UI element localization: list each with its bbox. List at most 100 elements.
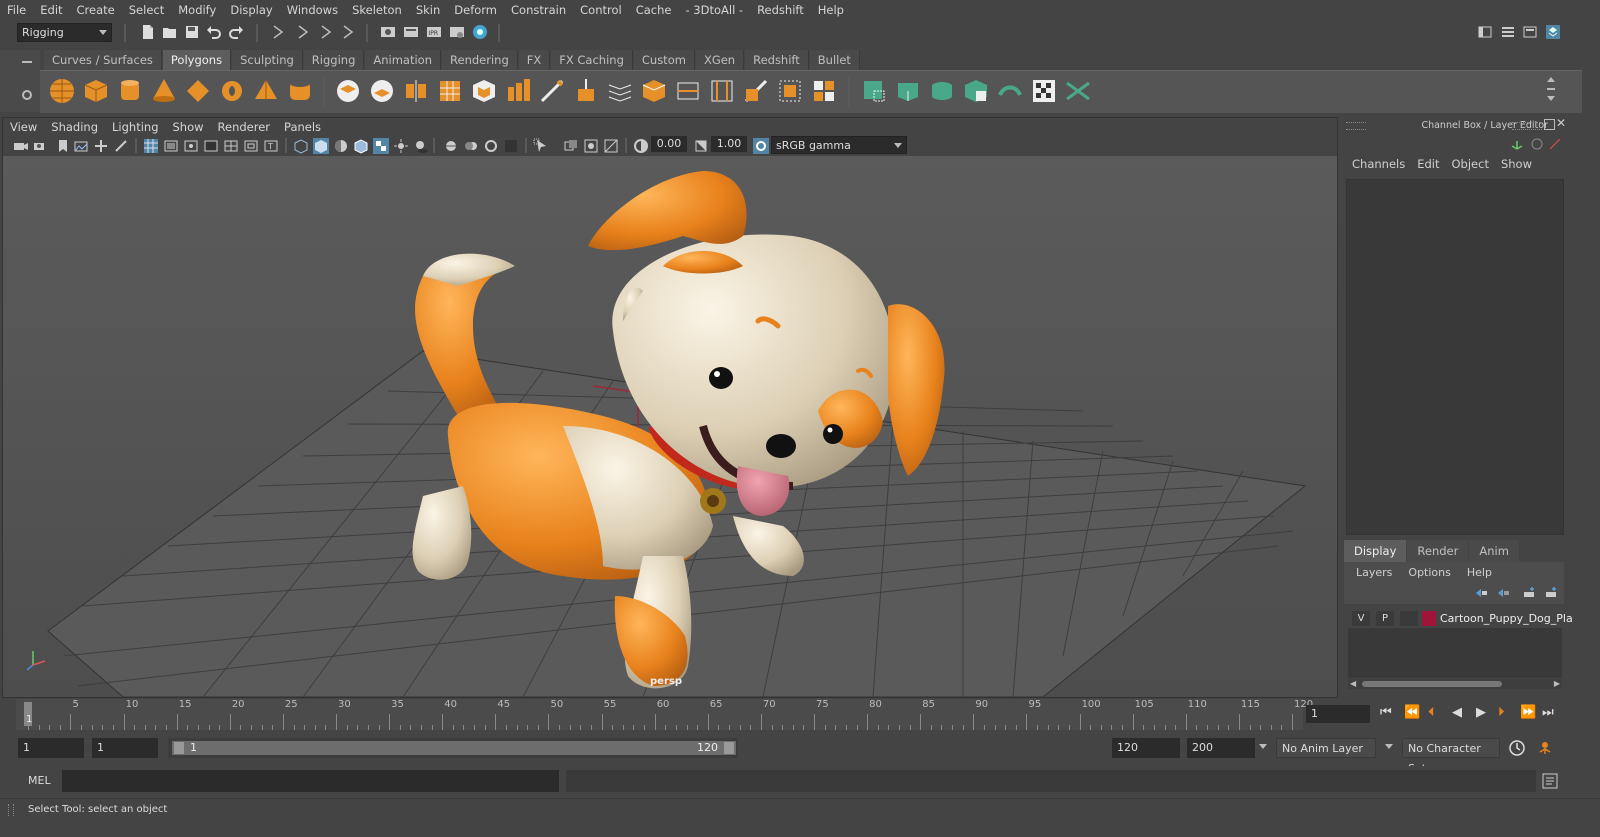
viewport-menu-renderer[interactable]: Renderer [211, 120, 278, 134]
tab-curves-surfaces[interactable]: Curves / Surfaces [44, 50, 162, 70]
new-scene-icon[interactable] [140, 24, 156, 40]
tab-sculpting[interactable]: Sculpting [232, 50, 303, 70]
menu-set-dropdown[interactable]: Rigging [17, 23, 112, 42]
poly-pipe-icon[interactable] [286, 77, 314, 105]
use-all-lights-icon[interactable] [393, 138, 409, 154]
options-menu[interactable]: Options [1400, 566, 1458, 579]
tab-redshift[interactable]: Redshift [745, 50, 809, 70]
time-slider[interactable]: 1 5 10 15 20 25 30 35 40 45 50 55 60 65 70 75 80 85 90 95 1… [16, 699, 1313, 730]
xray-active-components-icon[interactable] [603, 138, 619, 154]
viewport-menu-show[interactable]: Show [166, 120, 211, 134]
menu-redshift[interactable]: Redshift [750, 3, 811, 17]
menu-constrain[interactable]: Constrain [504, 3, 573, 17]
animation-end-field[interactable]: 200 [1187, 738, 1255, 758]
grid-icon[interactable] [143, 138, 159, 154]
play-forwards-icon[interactable]: ▶ [1476, 705, 1486, 720]
menu-modify[interactable]: Modify [171, 3, 223, 17]
go-to-end-icon[interactable]: ⏭ [1542, 705, 1554, 720]
poly-sphere-icon[interactable] [48, 77, 76, 105]
uv-checker-icon[interactable] [1030, 77, 1058, 105]
create-layer-from-selected-icon[interactable] [1544, 586, 1558, 600]
menu-skeleton[interactable]: Skeleton [345, 3, 409, 17]
tab-animation[interactable]: Animation [365, 50, 442, 70]
gate-mask-icon[interactable] [203, 138, 219, 154]
auto-key-icon[interactable] [1508, 739, 1526, 757]
ipr-render-icon[interactable]: IPR [426, 24, 442, 40]
layers-menu[interactable]: Layers [1344, 566, 1400, 579]
tab-display[interactable]: Display [1344, 540, 1407, 562]
menu-control[interactable]: Control [573, 3, 629, 17]
object-menu[interactable]: Object [1446, 157, 1495, 175]
tab-polygons[interactable]: Polygons [162, 50, 232, 70]
play-backwards-icon[interactable]: ◀ [1452, 705, 1462, 720]
shelf-menu-icon[interactable] [22, 61, 32, 63]
hypershade-icon[interactable] [472, 24, 488, 40]
range-slider[interactable]: 1 120 [168, 738, 738, 758]
tab-rendering[interactable]: Rendering [442, 50, 518, 70]
step-forward-key-icon[interactable]: ⏵ [1498, 705, 1505, 720]
extrude-icon[interactable] [572, 77, 600, 105]
image-plane-icon[interactable] [73, 138, 89, 154]
move-layer-up-icon[interactable] [1474, 586, 1488, 600]
exposure-icon[interactable] [633, 138, 649, 154]
textured-icon[interactable] [373, 138, 389, 154]
exposure-field[interactable]: 0.00 [651, 136, 687, 152]
playback-start-field[interactable]: 1 [92, 738, 158, 758]
shelf-scroll-buttons[interactable] [1546, 75, 1556, 109]
animation-preferences-icon[interactable] [1536, 739, 1554, 757]
snap-toggle-icon[interactable] [340, 24, 356, 40]
grease-pencil-icon[interactable] [113, 138, 129, 154]
combine-icon[interactable] [334, 77, 362, 105]
render-view-icon[interactable] [380, 24, 396, 40]
shadows-icon[interactable] [413, 138, 429, 154]
uv-unfold-icon[interactable] [996, 77, 1024, 105]
layer-visibility-toggle[interactable]: V [1352, 611, 1370, 626]
select-by-hierarchy-icon[interactable] [270, 24, 286, 40]
redo-icon[interactable] [228, 24, 244, 40]
anim-layer-dropdown[interactable]: No Anim Layer [1276, 738, 1376, 758]
resolution-gate-icon[interactable] [183, 138, 199, 154]
tab-bullet[interactable]: Bullet [809, 50, 860, 70]
layer-row[interactable]: V P Cartoon_Puppy_Dog_Pla [1348, 610, 1573, 628]
current-frame-field[interactable]: 1 [1306, 705, 1370, 723]
select-by-object-icon[interactable] [295, 24, 311, 40]
tab-custom[interactable]: Custom [633, 50, 695, 70]
anti-aliasing-icon[interactable] [483, 138, 499, 154]
speed-icon[interactable] [1548, 137, 1562, 151]
bookmark-icon[interactable] [55, 138, 71, 154]
script-editor-icon[interactable] [1541, 772, 1559, 790]
field-chart-icon[interactable] [223, 138, 239, 154]
multi-cut-icon[interactable] [538, 77, 566, 105]
wireframe-icon[interactable] [293, 138, 309, 154]
gear-icon[interactable] [21, 89, 33, 101]
menu-help[interactable]: Help [811, 3, 851, 17]
sculpt-icon[interactable] [742, 77, 770, 105]
poly-cube-icon[interactable] [82, 77, 110, 105]
uv-automatic-icon[interactable] [962, 77, 990, 105]
open-scene-icon[interactable] [162, 24, 178, 40]
viewport-menu-panels[interactable]: Panels [277, 120, 328, 134]
offset-edge-loop-icon[interactable] [708, 77, 736, 105]
menu-skin[interactable]: Skin [409, 3, 447, 17]
safe-action-icon[interactable] [243, 138, 259, 154]
channel-box-toggle-icon[interactable] [1545, 24, 1561, 40]
drag-handle[interactable] [8, 804, 14, 816]
scroll-thumb[interactable] [1362, 681, 1502, 687]
mirror-icon[interactable] [402, 77, 430, 105]
default-material-icon[interactable] [333, 138, 349, 154]
layer-color-swatch[interactable] [1422, 611, 1436, 626]
motion-blur-icon[interactable] [463, 138, 479, 154]
render-frame-icon[interactable] [403, 24, 419, 40]
character-set-dropdown[interactable]: No Character Set [1402, 738, 1500, 775]
uv-planar-icon[interactable] [860, 77, 888, 105]
film-gate-icon[interactable] [163, 138, 179, 154]
command-input[interactable] [62, 770, 559, 792]
viewport-menu-view[interactable]: View [3, 120, 44, 134]
range-end-handle[interactable] [724, 742, 734, 754]
step-back-key-icon[interactable]: ⏴ [1428, 705, 1435, 720]
gamma-icon[interactable] [693, 138, 709, 154]
tab-anim[interactable]: Anim [1469, 540, 1519, 562]
undo-icon[interactable] [206, 24, 222, 40]
poly-torus-icon[interactable] [218, 77, 246, 105]
drag-handle[interactable] [1512, 122, 1542, 130]
